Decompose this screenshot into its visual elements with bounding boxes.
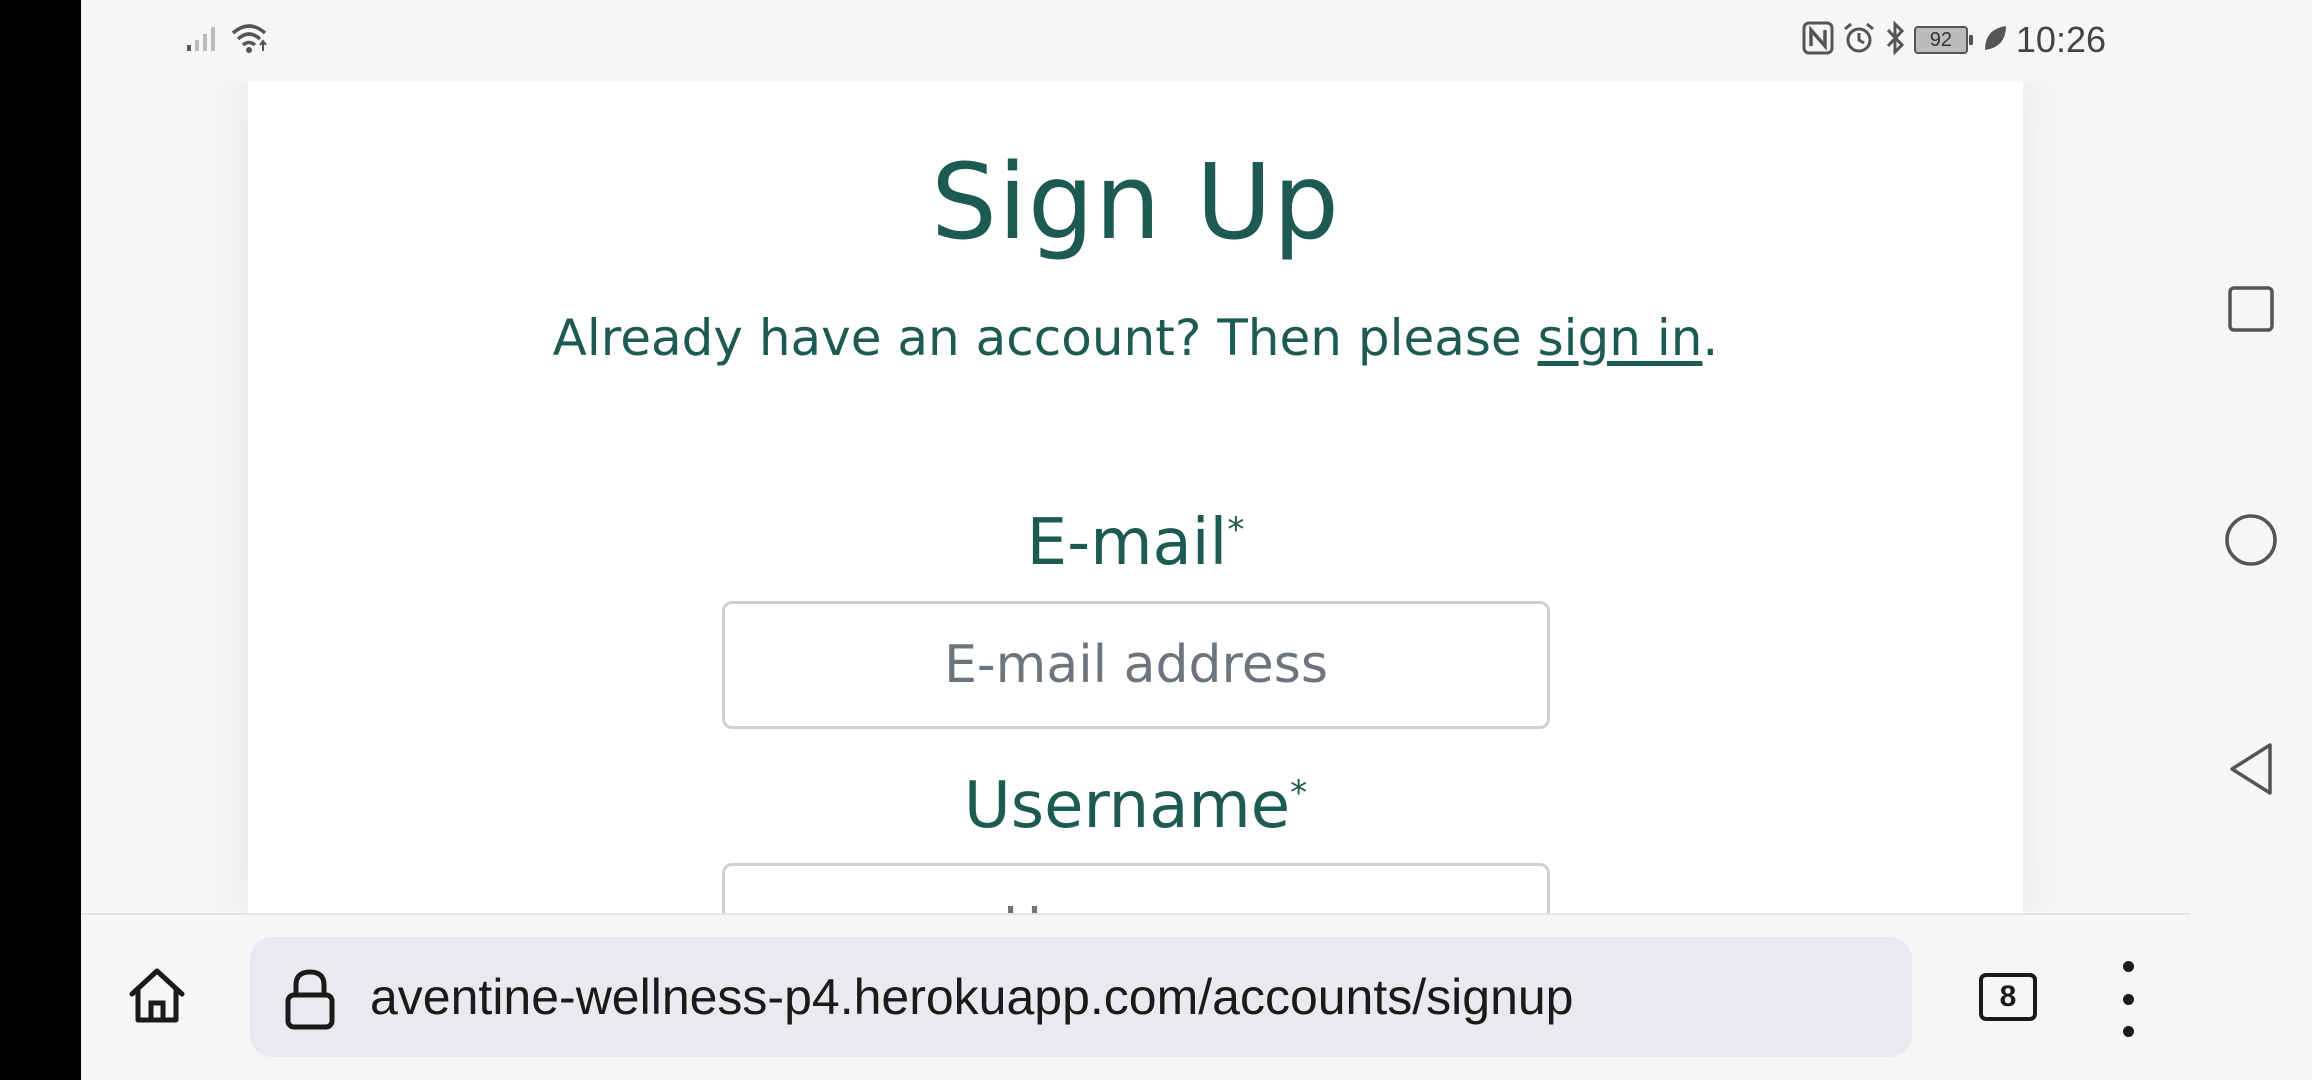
- tabs-button[interactable]: 8: [1979, 973, 2037, 1021]
- signin-prompt: Already have an account? Then please sig…: [248, 309, 2023, 367]
- alarm-icon: [1842, 21, 1876, 59]
- home-icon: [129, 968, 185, 1023]
- page-title: Sign Up: [930, 141, 1341, 263]
- email-label: E-mail*: [248, 506, 2023, 580]
- home-nav-button[interactable]: [2220, 509, 2282, 571]
- browser-toolbar: aventine-wellness-p4.herokuapp.com/accou…: [81, 913, 2190, 1080]
- signal-icon: [186, 23, 220, 57]
- username-label: Username*: [248, 769, 2023, 843]
- username-label-text: Username: [963, 769, 1291, 843]
- signin-prompt-period: .: [1702, 309, 1719, 367]
- recent-apps-button[interactable]: [2220, 278, 2282, 340]
- back-button[interactable]: [2220, 738, 2282, 800]
- email-label-text: E-mail: [1026, 506, 1228, 580]
- lock-icon[interactable]: [280, 967, 340, 1031]
- more-menu-button[interactable]: [2113, 961, 2143, 1037]
- recent-apps-icon: [2228, 286, 2274, 332]
- bluetooth-icon: [1884, 20, 1906, 59]
- home-circle-icon: [2225, 514, 2277, 566]
- home-button[interactable]: [121, 959, 193, 1031]
- back-icon: [2230, 743, 2272, 795]
- status-bar: 92 10:26: [81, 0, 2190, 81]
- leaf-icon: [1982, 23, 2008, 57]
- battery-icon: 92: [1913, 26, 1973, 54]
- wifi-icon: [230, 21, 270, 59]
- username-required-mark: *: [1290, 773, 1308, 813]
- system-nav-bar: [2190, 0, 2312, 1080]
- signup-card: Sign Up Already have an account? Then pl…: [248, 81, 2023, 913]
- username-input[interactable]: [722, 863, 1550, 913]
- web-viewport: Sign Up Already have an account? Then pl…: [81, 81, 2190, 913]
- signin-prompt-text: Already have an account? Then please: [552, 309, 1538, 367]
- email-required-mark: *: [1227, 510, 1245, 550]
- status-right-icons: 92 10:26: [1802, 18, 2106, 62]
- status-time: 10:26: [2015, 19, 2106, 60]
- email-input[interactable]: [722, 601, 1550, 729]
- menu-dot: [2122, 961, 2134, 972]
- menu-dot: [2122, 1026, 2134, 1037]
- signin-link[interactable]: sign in: [1538, 309, 1703, 367]
- screen-cutout-strip: [0, 0, 81, 1080]
- status-left-icons: [186, 20, 270, 60]
- url-bar[interactable]: aventine-wellness-p4.herokuapp.com/accou…: [250, 937, 1912, 1057]
- menu-dot: [2122, 993, 2134, 1005]
- url-text[interactable]: aventine-wellness-p4.herokuapp.com/accou…: [370, 937, 1574, 1057]
- nfc-icon: [1802, 21, 1834, 59]
